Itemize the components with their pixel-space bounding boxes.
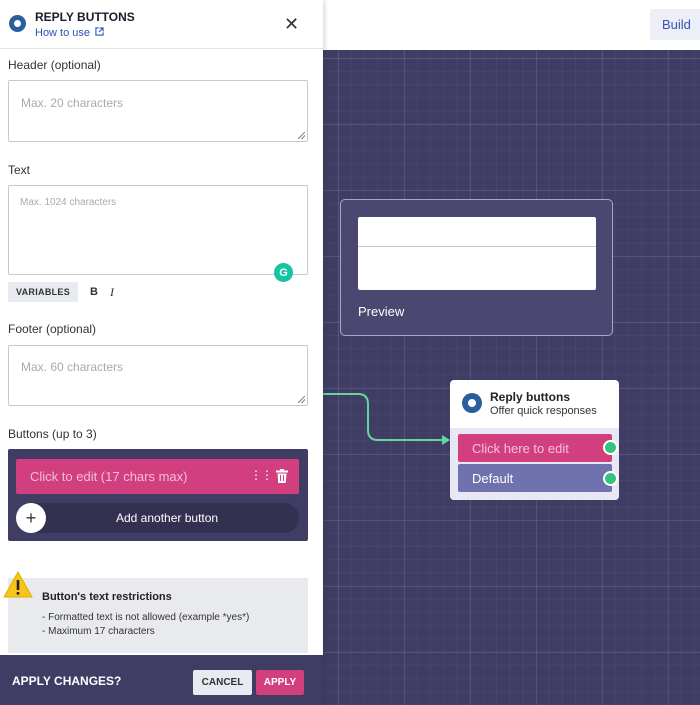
preview-card: Preview <box>340 199 613 336</box>
external-link-icon <box>95 27 104 36</box>
panel-title: REPLY BUTTONS <box>35 10 135 24</box>
format-toolbar: VARIABLES B I <box>8 282 114 302</box>
variables-button[interactable]: VARIABLES <box>8 282 79 302</box>
notice-line: - Maximum 17 characters <box>42 626 155 637</box>
output-connector-dot[interactable] <box>603 471 618 486</box>
preview-divider <box>358 246 596 247</box>
footer-field-label: Footer (optional) <box>8 322 97 336</box>
reply-button-placeholder: Click to edit (17 chars max) <box>30 469 188 484</box>
node-title: Reply buttons <box>490 390 570 404</box>
header-field[interactable]: Max. 20 characters <box>8 80 308 142</box>
bold-button[interactable]: B <box>90 286 98 298</box>
header-field-placeholder: Max. 20 characters <box>21 96 124 110</box>
output-connector-dot[interactable] <box>603 440 618 455</box>
apply-button[interactable]: APPLY <box>256 670 304 695</box>
flow-connector <box>322 393 450 445</box>
node-button-default[interactable]: Default <box>458 464 612 492</box>
panel-header: REPLY BUTTONS How to use ✕ <box>0 0 323 49</box>
italic-button[interactable]: I <box>110 285 114 300</box>
text-field-label: Text <box>8 163 31 177</box>
apply-changes-label: APPLY CHANGES? <box>12 674 122 688</box>
reply-buttons-icon <box>9 15 26 32</box>
how-to-use-label: How to use <box>35 27 91 39</box>
plus-icon: + <box>16 503 46 533</box>
grammarly-icon[interactable]: G <box>274 263 293 282</box>
header-field-label: Header (optional) <box>8 58 101 72</box>
reply-buttons-icon <box>462 393 482 413</box>
cancel-button[interactable]: CANCEL <box>193 670 252 695</box>
add-another-label: Add another button <box>116 511 219 525</box>
reply-buttons-panel: REPLY BUTTONS How to use ✕ Header (optio… <box>0 0 323 705</box>
close-icon[interactable]: ✕ <box>284 14 299 35</box>
build-button[interactable]: Build <box>650 9 700 40</box>
resize-handle-icon[interactable] <box>298 396 305 403</box>
footer-field[interactable]: Max. 60 characters <box>8 345 308 406</box>
node-subtitle: Offer quick responses <box>490 405 597 417</box>
notice-line: - Formatted text is not allowed (example… <box>42 612 250 623</box>
preview-label: Preview <box>358 304 405 319</box>
resize-handle-icon[interactable] <box>298 132 305 139</box>
buttons-section-label: Buttons (up to 3) <box>8 427 97 441</box>
how-to-use-link[interactable]: How to use <box>35 27 104 39</box>
text-field-placeholder: Max. 1024 characters <box>20 197 117 208</box>
text-field[interactable]: Max. 1024 characters <box>8 185 308 275</box>
footer-field-placeholder: Max. 60 characters <box>21 360 124 374</box>
notice-title: Button's text restrictions <box>42 591 172 603</box>
buttons-editor: Click to edit (17 chars max) ⋮⋮ + Add an… <box>8 449 308 541</box>
preview-message-box <box>358 217 596 290</box>
reply-buttons-node[interactable]: Reply buttons Offer quick responses Clic… <box>450 380 619 500</box>
node-button-edit[interactable]: Click here to edit <box>458 434 612 462</box>
warning-icon <box>3 571 33 598</box>
trash-icon[interactable] <box>276 469 288 483</box>
drag-handle-icon[interactable]: ⋮⋮ <box>250 468 273 482</box>
add-another-button[interactable]: + Add another button <box>16 503 299 533</box>
restrictions-notice: Button's text restrictions - Formatted t… <box>8 578 308 653</box>
